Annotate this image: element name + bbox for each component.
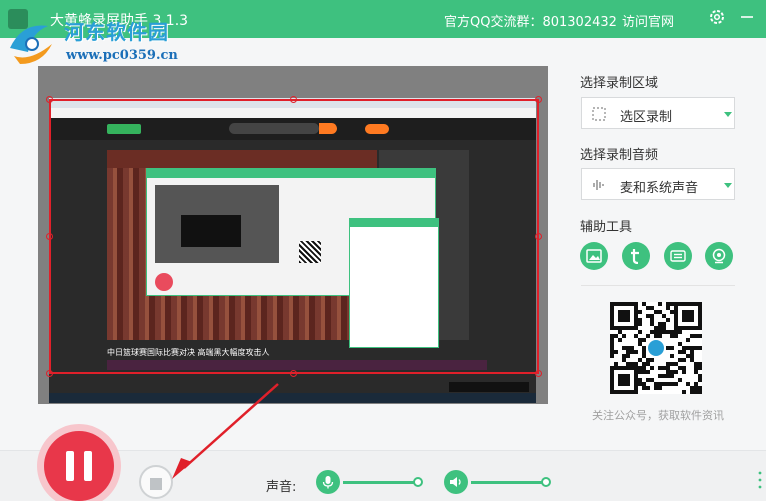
watermark-title: 河东软件园 xyxy=(64,20,169,44)
panel-divider xyxy=(581,285,735,286)
audio-wave-icon xyxy=(593,180,604,190)
watermark-logo-icon xyxy=(10,25,52,64)
captured-desktop: 中日篮球赛国际比赛对决 高端黑大幅度攻击人 xyxy=(49,98,536,403)
stop-record-button[interactable] xyxy=(139,465,173,499)
windows-taskbar xyxy=(49,393,536,403)
resize-handle-left[interactable] xyxy=(46,233,53,240)
news-strip xyxy=(107,360,487,370)
site-login-button xyxy=(365,124,389,134)
watermark-url: www.pc0359.cn xyxy=(66,48,178,63)
resize-handle-bottom-right[interactable] xyxy=(535,370,542,377)
chevron-down-icon xyxy=(724,112,732,117)
site-nav-bar xyxy=(49,118,536,140)
visit-website-link[interactable]: 访问官网 xyxy=(622,11,674,30)
speaker-icon[interactable] xyxy=(444,470,468,494)
news-caption: 中日篮球赛国际比赛对决 高端黑大幅度攻击人 xyxy=(107,348,270,357)
thumbnail-inner-preview xyxy=(181,215,241,247)
record-area-label: 选择录制区域 xyxy=(580,76,659,91)
site-search-button xyxy=(319,123,337,134)
pause-icon xyxy=(66,451,74,481)
record-audio-value: 麦和系统声音 xyxy=(620,181,699,196)
speaker-volume-knob[interactable] xyxy=(541,477,551,487)
record-audio-dropdown[interactable]: 麦和系统声音 xyxy=(581,168,735,200)
resize-handle-bottom-left[interactable] xyxy=(46,370,53,377)
stop-icon xyxy=(150,478,162,490)
site-logo xyxy=(107,124,141,134)
resize-handle-right[interactable] xyxy=(535,233,542,240)
screen-preview[interactable]: 中日篮球赛国际比赛对决 高端黑大幅度攻击人 xyxy=(38,66,548,404)
pause-icon xyxy=(84,451,92,481)
settings-gear-icon[interactable] xyxy=(708,8,726,26)
site-search xyxy=(229,123,319,134)
more-options-icon[interactable] xyxy=(758,470,762,490)
wechat-qr-code xyxy=(610,302,702,394)
camera-tool-icon[interactable] xyxy=(705,242,733,270)
thumbnail-qr-code xyxy=(299,241,321,263)
image-tool-icon[interactable] xyxy=(580,242,608,270)
thumbnail-record-button xyxy=(155,273,173,291)
text-tool-icon[interactable] xyxy=(622,242,650,270)
speaker-volume-slider[interactable] xyxy=(471,481,547,484)
resize-handle-top-right[interactable] xyxy=(535,96,542,103)
record-area-value: 选区录制 xyxy=(620,110,673,125)
region-select-icon xyxy=(592,107,606,121)
resize-handle-top-left[interactable] xyxy=(46,96,53,103)
qq-group-text: 官方QQ交流群：801302432 xyxy=(444,15,617,30)
microphone-volume-slider[interactable] xyxy=(343,481,419,484)
browser-address-bar xyxy=(49,108,536,118)
resize-handle-bottom[interactable] xyxy=(290,370,297,377)
keyboard-tool-icon[interactable] xyxy=(664,242,692,270)
thumbnail-preview xyxy=(155,185,279,263)
file-list-title-bar xyxy=(350,219,438,227)
thumbnail-title-bar xyxy=(147,169,435,178)
qr-caption: 关注公众号，获取软件资讯 xyxy=(592,409,724,422)
video-time-bar xyxy=(449,382,529,392)
file-list-thumbnail xyxy=(349,218,439,348)
chevron-down-icon xyxy=(724,183,732,188)
microphone-volume-knob[interactable] xyxy=(413,477,423,487)
record-area-dropdown[interactable]: 选区录制 xyxy=(581,97,735,129)
watermark: 河东软件园 www.pc0359.cn xyxy=(0,16,210,72)
minimize-icon[interactable] xyxy=(738,8,756,26)
tools-label: 辅助工具 xyxy=(580,220,633,235)
microphone-icon[interactable] xyxy=(316,470,340,494)
pause-record-button[interactable] xyxy=(44,431,114,501)
record-audio-label: 选择录制音频 xyxy=(580,148,659,163)
sound-label: 声音: xyxy=(266,480,297,495)
resize-handle-top[interactable] xyxy=(290,96,297,103)
